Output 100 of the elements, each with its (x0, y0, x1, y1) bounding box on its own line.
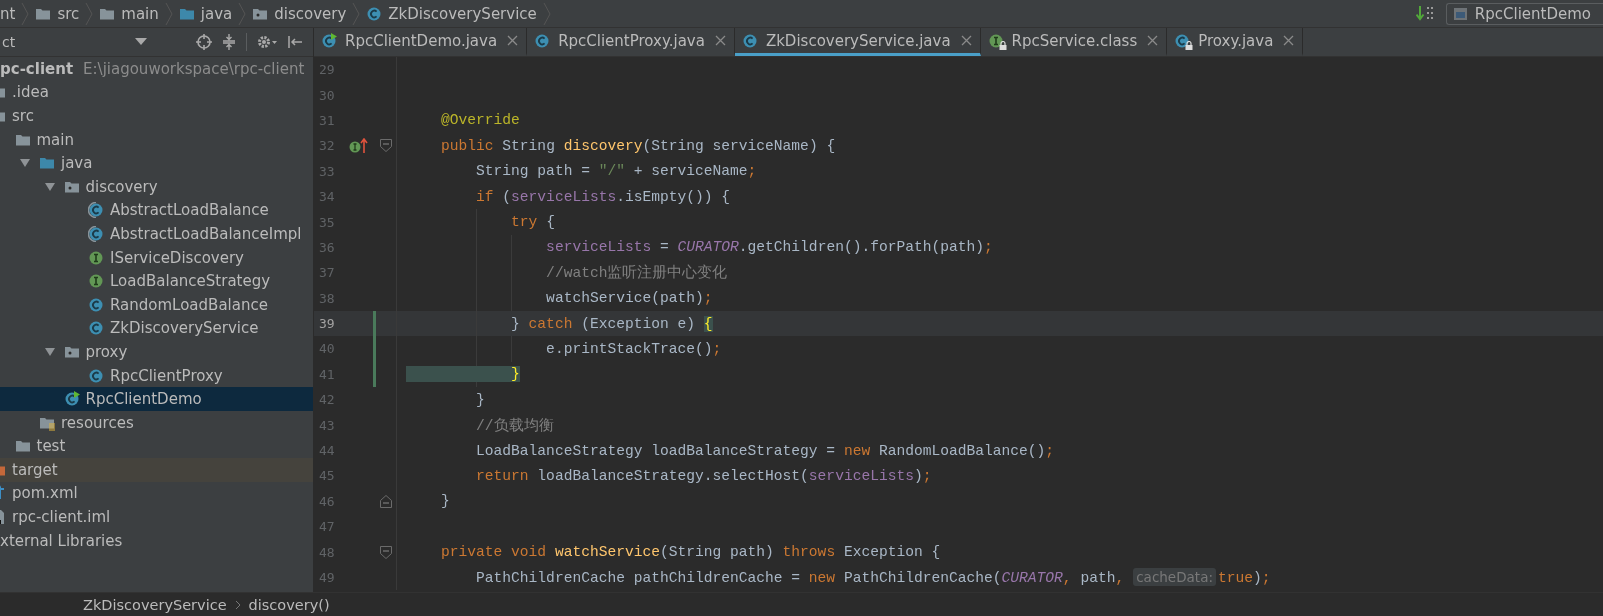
editor-tab[interactable]: ZkDiscoveryService.java (734, 28, 981, 56)
line-number: 44 (318, 443, 336, 459)
line-number: 37 (318, 265, 336, 281)
breadcrumb-item[interactable]: nt (0, 4, 20, 23)
tree-item[interactable]: target (0, 458, 313, 482)
tree-item[interactable]: main (0, 127, 313, 152)
editor-tab[interactable]: RpcService.class (980, 28, 1168, 56)
crosshair-icon[interactable] (196, 34, 212, 50)
collapse-all-icon[interactable] (221, 34, 237, 50)
line-number: 36 (318, 239, 336, 255)
editor-tab[interactable]: RpcClientProxy.java (527, 28, 735, 56)
line-number: 41 (318, 366, 336, 382)
class-icon (88, 367, 104, 384)
code-line: @Override (440, 112, 520, 129)
line-number: 39 (318, 316, 336, 332)
implements-icon[interactable] (349, 137, 369, 154)
line-number: 40 (318, 341, 336, 357)
breadcrumb-item[interactable]: ZkDiscoveryService (366, 4, 541, 23)
line-number: 30 (318, 87, 336, 103)
lock-icon (998, 40, 1007, 50)
folder-icon (39, 155, 55, 172)
breadcrumb-item[interactable]: main (99, 4, 163, 23)
code-line: public String discovery(String serviceName) { (440, 137, 836, 154)
tree-item[interactable]: rpc-client.iml (0, 505, 313, 529)
interface-icon (88, 249, 104, 266)
folder-icon (14, 438, 31, 455)
class-icon (534, 32, 551, 49)
line-number: 49 (318, 570, 336, 585)
panel-title[interactable]: ct (0, 34, 16, 50)
tree-item[interactable]: xternal Libraries (0, 528, 313, 553)
code-line: } (475, 391, 485, 408)
code-line: //负载均衡 (475, 416, 554, 435)
code-line: LoadBalanceStrategy loadBalanceStrategy = new RandomLoadBalance(); (475, 442, 1055, 459)
class-icon (88, 202, 104, 219)
fold-marker-icon[interactable] (380, 494, 392, 508)
line-number: 47 (318, 519, 336, 535)
tree-item[interactable]: .idea (0, 80, 313, 105)
class-icon (88, 225, 104, 242)
line-number: 31 (318, 112, 336, 128)
hide-panel-icon[interactable] (287, 34, 303, 50)
code-line: private void watchService(String path) throws Exception { (440, 544, 941, 561)
run-configuration-dropdown[interactable]: RpcClientDemo (1445, 2, 1603, 25)
editor-tab[interactable]: Proxy.java (1167, 28, 1304, 56)
tree-item[interactable]: test (0, 434, 313, 459)
line-number: 34 (318, 189, 336, 205)
breadcrumb-item[interactable]: java (178, 4, 237, 23)
project-path: E:\jiagouworkspace\rpc-client (83, 59, 305, 78)
close-icon[interactable] (507, 35, 519, 46)
window-icon (1452, 5, 1469, 22)
close-icon[interactable] (1283, 35, 1295, 46)
breadcrumb-item[interactable]: ZkDiscoveryService (83, 596, 227, 613)
tree-item[interactable]: RpcClientProxy (0, 363, 313, 388)
class-icon (741, 32, 758, 49)
class-icon (321, 32, 337, 49)
expand-arrow-icon[interactable] (43, 180, 56, 193)
code-line: watchService(path); (545, 290, 713, 307)
lock-icon (1185, 40, 1194, 50)
breadcrumb-item[interactable]: src (35, 4, 84, 23)
tree-item[interactable]: java (0, 151, 313, 175)
class-icon (1174, 32, 1191, 49)
line-number: 35 (318, 214, 336, 230)
tree-item[interactable]: RpcClientDemo (0, 387, 313, 411)
interface-icon (987, 32, 1004, 49)
code-line: return loadBalanceStrategy.selectHost(serviceLists); (475, 467, 932, 484)
fold-marker-icon[interactable] (380, 139, 392, 153)
tree-item[interactable]: IServiceDiscovery (0, 245, 313, 270)
fold-marker-icon[interactable] (380, 545, 392, 559)
dropdown-caret-icon[interactable] (135, 38, 148, 46)
tree-item[interactable]: src (0, 104, 313, 128)
tree-item[interactable]: pom.xml (0, 481, 313, 506)
code-line: e.printStackTrace(); (545, 341, 722, 357)
close-icon[interactable] (960, 35, 972, 46)
breadcrumb-item[interactable]: discovery() (248, 596, 330, 613)
editor-tab[interactable]: RpcClientDemo.java (314, 28, 528, 56)
tree-item[interactable]: ZkDiscoveryService (0, 316, 313, 341)
breadcrumb-item[interactable]: discovery (252, 4, 351, 23)
line-number: 46 (318, 493, 336, 509)
line-number: 43 (318, 417, 336, 433)
tree-item[interactable]: RandomLoadBalance (0, 292, 313, 317)
tree-item[interactable]: discovery (0, 174, 313, 199)
tree-item[interactable]: AbstractLoadBalance (0, 198, 313, 223)
line-number: 48 (318, 544, 336, 560)
tree-item[interactable]: resources (0, 410, 313, 435)
code-line: serviceLists = CURATOR.getChildren().forPath(path); (545, 239, 993, 256)
class-icon (63, 391, 80, 408)
tree-item[interactable]: AbstractLoadBalanceImpl (0, 222, 313, 246)
tree-item[interactable]: LoadBalanceStrategy (0, 269, 313, 293)
code-line: //watch监听注册中心变化 (545, 263, 728, 283)
settings-icon[interactable] (256, 34, 278, 50)
line-number: 45 (318, 468, 336, 484)
chevron-icon (234, 599, 241, 610)
tree-item[interactable]: proxy (0, 340, 313, 364)
expand-arrow-icon[interactable] (43, 345, 56, 358)
line-number: 29 (318, 62, 336, 78)
close-icon[interactable] (1147, 35, 1159, 46)
line-number: 32 (318, 138, 336, 154)
class-icon (366, 5, 383, 22)
close-icon[interactable] (714, 35, 726, 46)
code-line: String path = "/" + serviceName; (475, 163, 757, 180)
tree-item[interactable]: pc-client E:\jiagouworkspace\rpc-client (0, 57, 313, 81)
